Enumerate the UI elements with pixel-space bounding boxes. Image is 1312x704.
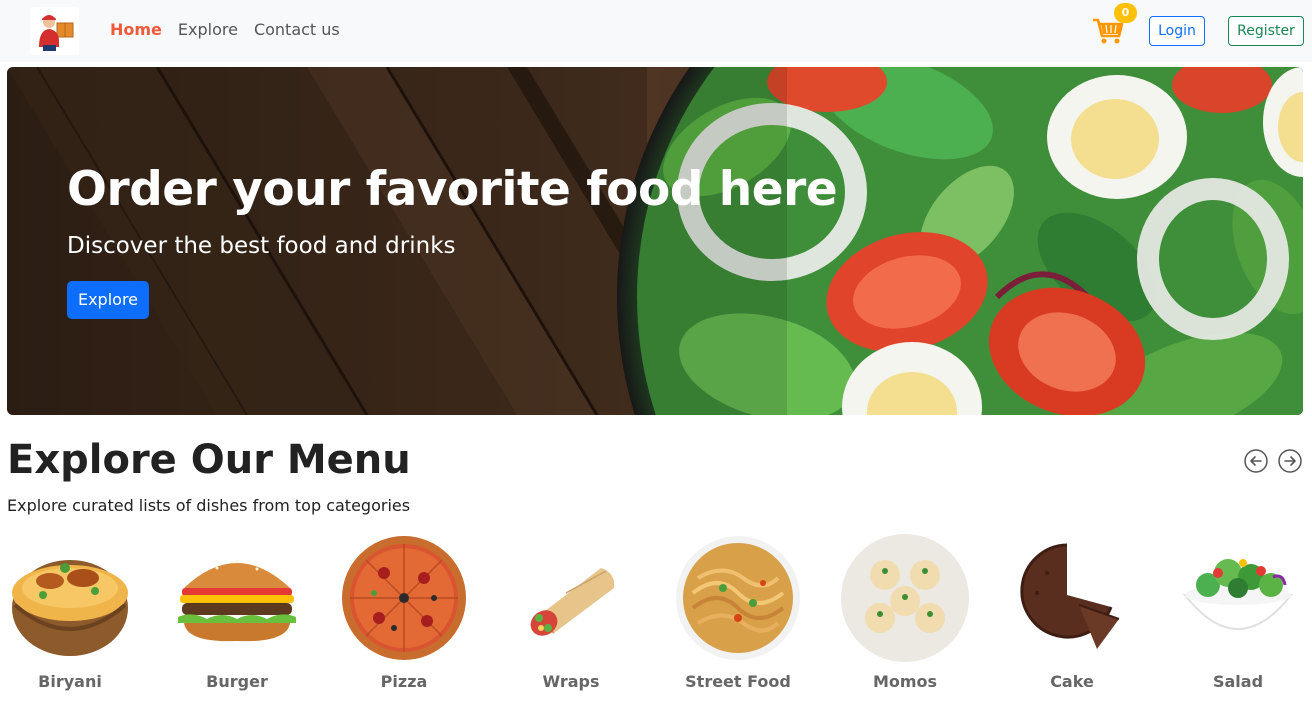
cart-count-badge: 0 [1114, 3, 1137, 23]
category-item-salad[interactable]: Salad [1173, 533, 1303, 691]
category-item-burger[interactable]: Burger [172, 533, 302, 691]
pizza-image [342, 536, 466, 660]
momos-image [841, 534, 969, 662]
category-item-street-food[interactable]: Street Food [673, 533, 803, 691]
category-item-momos[interactable]: Momos [840, 533, 970, 691]
login-button[interactable]: Login [1149, 16, 1205, 46]
hero-subtitle: Discover the best food and drinks [67, 233, 456, 259]
delivery-logo-icon[interactable] [30, 7, 79, 55]
main-nav: Home Explore Contact us [110, 20, 340, 39]
category-label: Momos [872, 672, 938, 691]
biryani-image [12, 560, 128, 656]
category-label: Biryani [38, 672, 102, 691]
category-label: Pizza [380, 672, 428, 691]
cake-image [1020, 543, 1120, 649]
hero-explore-button[interactable]: Explore [67, 281, 149, 319]
hero-title: Order your favorite food here [67, 162, 838, 217]
menu-heading: Explore Our Menu [7, 437, 411, 483]
nav-link-home[interactable]: Home [110, 20, 162, 39]
hero-banner: Order your favorite food here Discover t… [7, 67, 1303, 415]
category-item-biryani[interactable]: Biryani [5, 533, 135, 691]
register-button[interactable]: Register [1228, 16, 1304, 46]
arrow-right-circle-icon[interactable] [1278, 449, 1302, 473]
nav-link-explore[interactable]: Explore [178, 20, 238, 39]
category-label: Wraps [542, 672, 600, 691]
menu-subtitle: Explore curated lists of dishes from top… [7, 496, 411, 515]
category-item-pizza[interactable]: Pizza [339, 533, 469, 691]
wraps-image [530, 568, 615, 636]
nav-link-contact[interactable]: Contact us [254, 20, 340, 39]
category-label: Street Food [685, 672, 791, 691]
category-list: Biryani Burger Pizza Wraps Street Food M… [0, 533, 1312, 704]
category-label: Burger [206, 672, 268, 691]
street-food-image [676, 536, 800, 660]
burger-image [178, 559, 296, 642]
salad-image [1182, 559, 1294, 630]
category-item-wraps[interactable]: Wraps [506, 533, 636, 691]
category-label: Cake [1050, 672, 1094, 691]
category-label: Salad [1212, 672, 1264, 691]
arrow-left-circle-icon[interactable] [1244, 449, 1268, 473]
category-item-cake[interactable]: Cake [1007, 533, 1137, 691]
navbar: Home Explore Contact us 0 Login Register [0, 0, 1312, 62]
